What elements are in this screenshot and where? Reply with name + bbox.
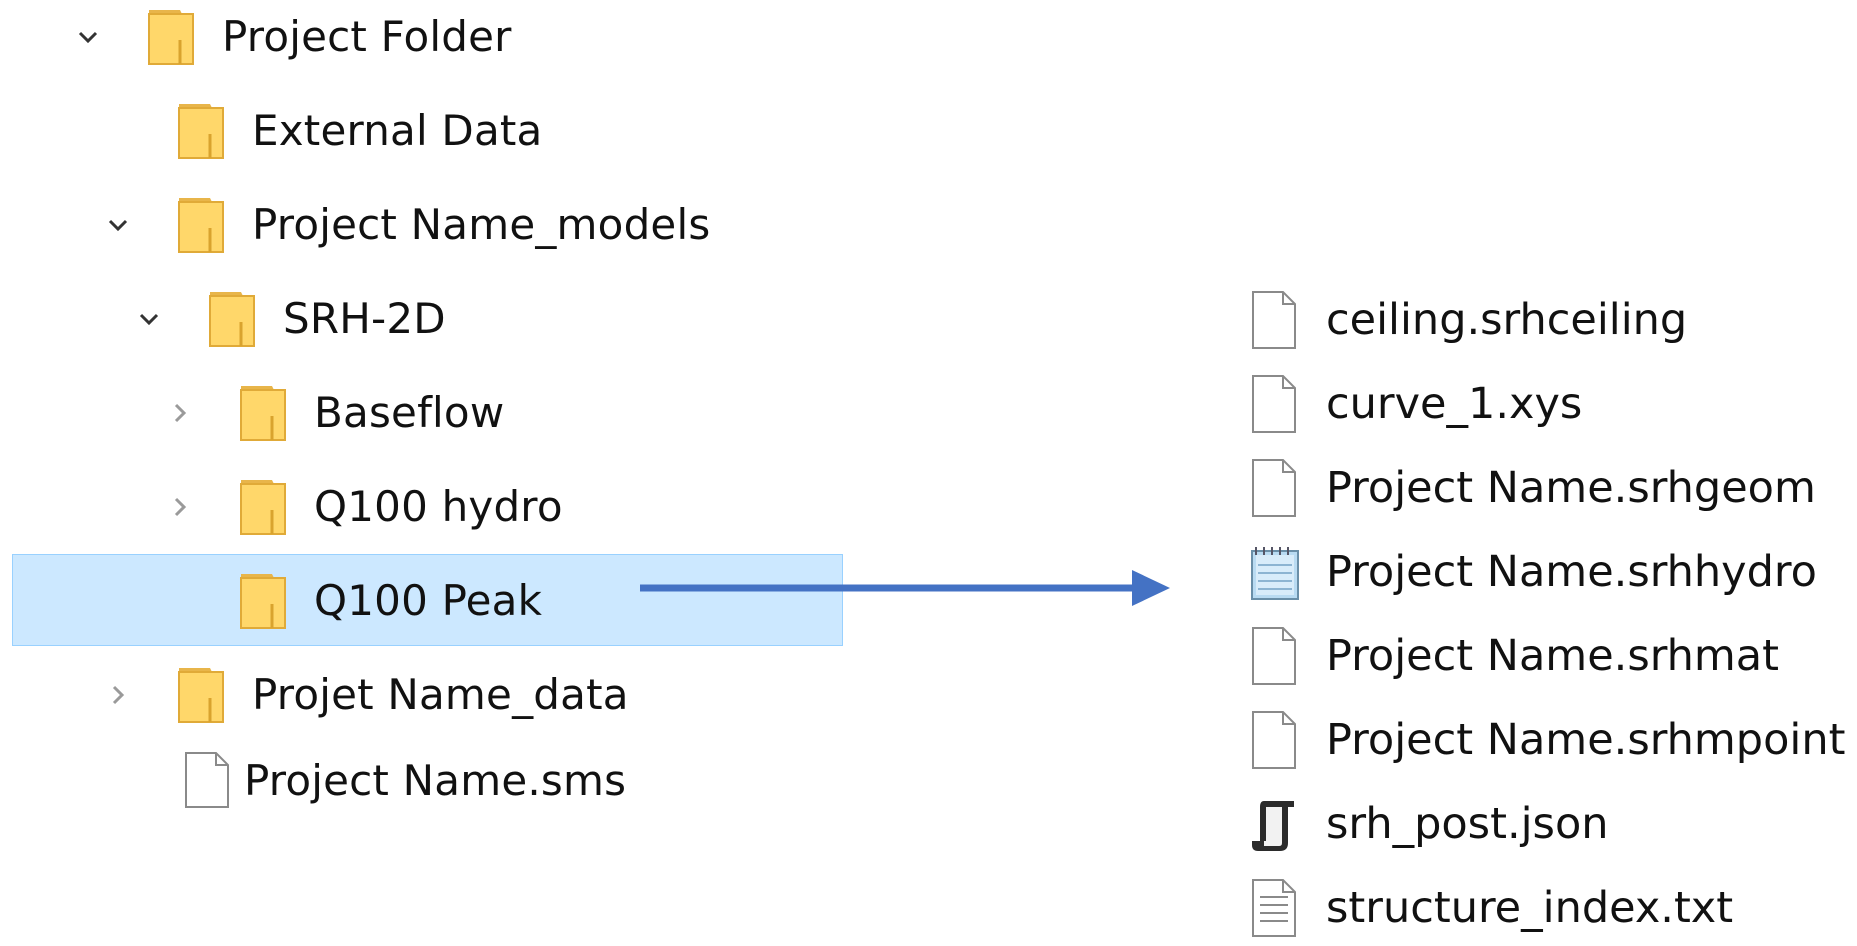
tree-item-label: External Data xyxy=(252,106,543,155)
chevron-right-icon[interactable] xyxy=(162,489,198,525)
file-item-srhmat[interactable]: Project Name.srhmat xyxy=(1250,618,1850,694)
folder-icon xyxy=(176,664,230,724)
file-item-srhgeom[interactable]: Project Name.srhgeom xyxy=(1250,450,1850,526)
notepad-file-icon xyxy=(1248,541,1299,603)
folder-icon xyxy=(176,194,230,254)
chevron-down-icon[interactable] xyxy=(100,207,136,243)
file-item-label: curve_1.xys xyxy=(1326,379,1583,429)
folder-icon xyxy=(238,476,292,536)
tree-item-label: Q100 Peak xyxy=(314,576,543,625)
folder-icon xyxy=(238,382,292,442)
chevron-right-icon[interactable] xyxy=(100,677,136,713)
file-icon xyxy=(1250,457,1300,519)
tree-item-label: Project Folder xyxy=(222,12,512,61)
tree-item-q100-hydro[interactable]: Q100 hydro xyxy=(152,470,572,544)
tree-item-label: Project Name.sms xyxy=(244,756,627,805)
file-item-srh-post[interactable]: srh_post.json xyxy=(1250,786,1850,862)
tree-item-projet-name-data[interactable]: Projet Name_data xyxy=(90,658,670,732)
folder-icon xyxy=(207,288,261,348)
tree-item-label: Q100 hydro xyxy=(314,482,563,531)
chevron-down-icon[interactable] xyxy=(131,301,167,337)
tree-item-project-folder[interactable]: Project Folder xyxy=(60,0,560,74)
file-item-structure-index[interactable]: structure_index.txt xyxy=(1250,870,1850,946)
tree-item-label: SRH-2D xyxy=(283,294,446,343)
chevron-down-icon[interactable] xyxy=(70,19,106,55)
file-item-label: ceiling.srhceiling xyxy=(1326,295,1688,345)
file-item-srhmpoint[interactable]: Project Name.srhmpoint xyxy=(1250,702,1850,778)
folder-icon xyxy=(176,100,230,160)
folder-icon xyxy=(146,6,200,66)
file-item-label: srh_post.json xyxy=(1326,799,1609,849)
file-icon xyxy=(1250,625,1300,687)
file-icon xyxy=(1250,709,1300,771)
file-item-label: structure_index.txt xyxy=(1326,883,1734,933)
file-icon xyxy=(1250,373,1300,435)
tree-item-project-name-models[interactable]: Project Name_models xyxy=(90,188,730,262)
script-file-icon xyxy=(1250,793,1300,855)
file-item-srhhydro[interactable]: Project Name.srhhydro xyxy=(1250,534,1850,610)
file-icon xyxy=(1250,289,1300,351)
file-item-curve[interactable]: curve_1.xys xyxy=(1250,366,1850,442)
tree-item-label: Baseflow xyxy=(314,388,505,437)
tree-item-label: Projet Name_data xyxy=(252,670,629,719)
tree-item-label: Project Name_models xyxy=(252,200,711,249)
tree-item-project-name-sms[interactable]: Project Name.sms xyxy=(90,744,650,818)
file-item-ceiling[interactable]: ceiling.srhceiling xyxy=(1250,282,1850,358)
text-file-icon xyxy=(1250,877,1300,939)
file-icon xyxy=(180,750,234,810)
folder-icon xyxy=(238,570,292,630)
file-item-label: Project Name.srhmpoint xyxy=(1326,715,1846,765)
file-item-label: Project Name.srhhydro xyxy=(1326,547,1817,597)
tree-item-baseflow[interactable]: Baseflow xyxy=(152,376,552,450)
tree-item-q100-peak[interactable]: Q100 Peak xyxy=(152,564,572,638)
tree-item-external-data[interactable]: External Data xyxy=(90,94,570,168)
tree-item-srh-2d[interactable]: SRH-2D xyxy=(121,282,521,356)
file-item-label: Project Name.srhgeom xyxy=(1326,463,1816,513)
file-item-label: Project Name.srhmat xyxy=(1326,631,1779,681)
chevron-right-icon[interactable] xyxy=(162,395,198,431)
